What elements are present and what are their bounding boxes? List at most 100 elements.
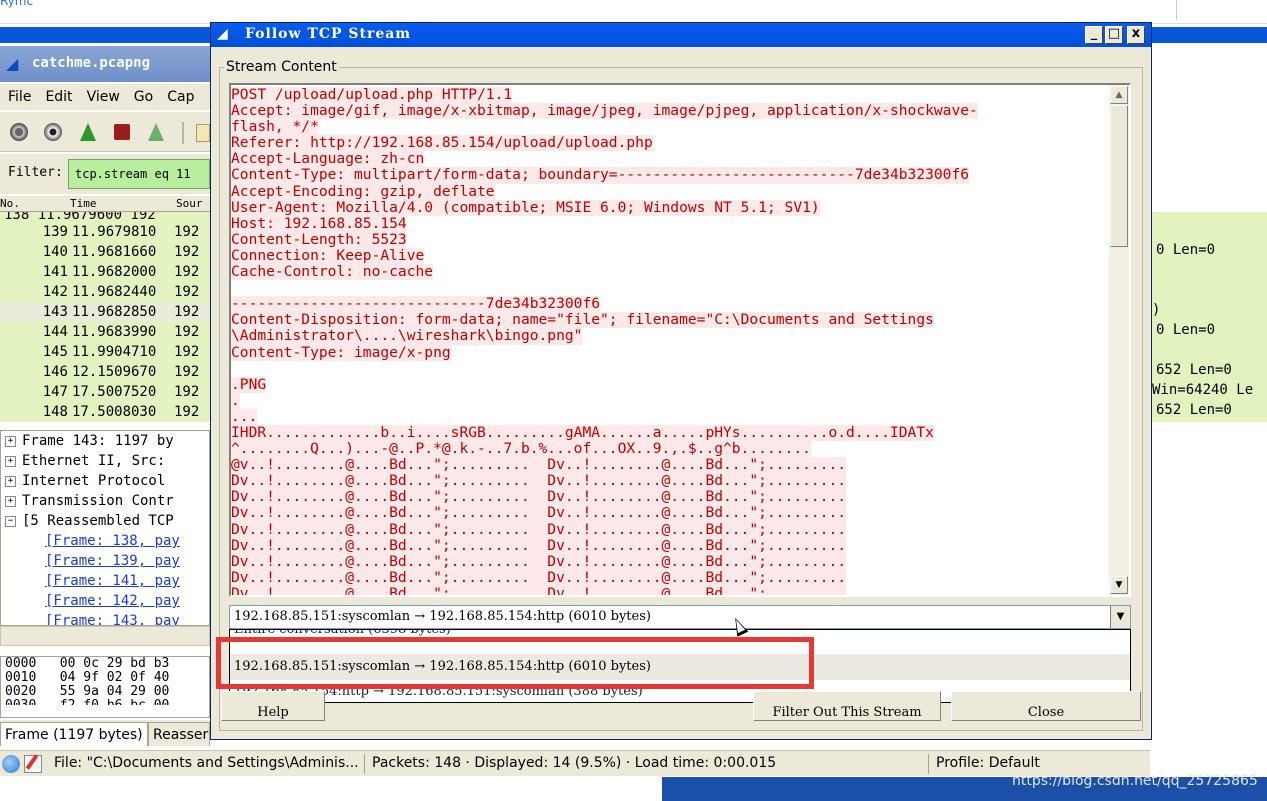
stream-line: Accept: image/gif, image/x-xbitmap, imag…	[231, 102, 1111, 120]
close-button[interactable]: Close	[951, 691, 1141, 721]
hex-pane: 0000 00 0c 29 bd b3 0010 04 9f 02 0f 40 00…	[0, 656, 210, 718]
tab-frame-bytes[interactable]: Frame (1197 bytes)	[0, 722, 148, 746]
menu-go[interactable]: Go	[134, 84, 153, 110]
filter-out-stream-button[interactable]: Filter Out This Stream	[753, 691, 941, 721]
wireshark-fin-icon: ◢	[6, 54, 19, 73]
menu-edit[interactable]: Edit	[45, 84, 72, 110]
restart-capture-icon[interactable]	[148, 123, 164, 141]
detail-row-tcp[interactable]: + Transmission Contr	[1, 491, 209, 511]
stream-line-text: Dv..!........@....Bd...";......... Dv..!…	[231, 552, 847, 570]
column-source[interactable]: Sour	[176, 197, 203, 210]
stream-line: Content-Type: multipart/form-data; bound…	[231, 166, 1111, 184]
stream-line: ...	[231, 408, 1111, 425]
maximize-button[interactable]: □	[1105, 26, 1123, 44]
detail-row-frame[interactable]: + Frame 143: 1197 by	[1, 431, 209, 451]
expand-icon[interactable]: +	[5, 475, 16, 487]
minimize-button[interactable]: _	[1085, 26, 1103, 44]
stream-line: User-Agent: Mozilla/4.0 (compatible; MSI…	[231, 199, 1111, 216]
stream-line: @v..!........@....Bd...";......... Dv..!…	[231, 457, 1111, 474]
packet-row-partial[interactable]: 138 11.9679600 192	[0, 212, 210, 222]
detail-row-reassembled[interactable]: − [5 Reassembled TCP	[1, 511, 209, 531]
filter-label: Filter:	[8, 165, 63, 180]
menu-view[interactable]: View	[87, 84, 120, 110]
details-hscrollbar[interactable]	[0, 626, 210, 646]
filter-input[interactable]: tcp.stream eq 11	[68, 159, 210, 189]
menu-file[interactable]: File	[8, 84, 31, 110]
dropdown-option-entire[interactable]: Entire conversation (6398 bytes)	[234, 630, 451, 637]
stream-line-text: Content-Type: multipart/form-data; bound…	[231, 166, 970, 184]
packet-row[interactable]: 146 12.1509670 192	[0, 362, 210, 382]
stream-line: flash, */*	[231, 119, 1111, 136]
capture-comment-icon[interactable]	[24, 755, 42, 773]
stream-line-text: .PNG	[231, 375, 267, 393]
column-no[interactable]: No.	[0, 197, 20, 210]
toolbar-separator	[182, 122, 184, 144]
packet-row[interactable]: 147 17.5007520 192	[0, 382, 210, 402]
stream-line: Content-Length: 5523	[231, 230, 1111, 248]
packet-row[interactable]: 140 11.9681660 192	[0, 242, 210, 262]
detail-frame-link[interactable]: [Frame: 139, pay	[1, 551, 209, 571]
detail-frame-link[interactable]: [Frame: 142, pay	[1, 591, 209, 611]
interfaces-icon[interactable]	[10, 123, 28, 141]
packet-time: 12.1509670	[72, 364, 157, 380]
start-capture-icon[interactable]	[80, 123, 96, 141]
help-button[interactable]: Help	[221, 691, 325, 721]
open-file-icon[interactable]	[196, 124, 210, 142]
main-window-title: ◢ catchme.pcapng	[0, 46, 210, 82]
packet-time: 11.9681660	[72, 244, 157, 260]
packet-row[interactable]: 144 11.9683990 192	[0, 322, 210, 342]
packet-row[interactable]: 145 11.9904710 192	[0, 342, 210, 362]
info-text: 652 Len=0	[1156, 402, 1232, 418]
collapse-icon[interactable]: −	[5, 515, 16, 527]
detail-row-ip[interactable]: + Internet Protocol	[1, 471, 209, 491]
stream-line: Dv..!........@....Bd...";......... Dv..!…	[231, 585, 1111, 595]
bytes-tabs: Frame (1197 bytes) Reasser	[0, 720, 210, 746]
stream-line-text: ^........Q...)...-@..P.*@.k.-..7.b.%...o…	[231, 440, 811, 458]
close-window-button[interactable]: x	[1127, 26, 1145, 44]
packet-row[interactable]: 141 11.9682000 192	[0, 262, 210, 282]
packet-info-column: 0 Len=0 ) 0 Len=0 652 Len=0 Win=64240 Le…	[1150, 212, 1267, 422]
stream-line-text: Content-Length: 5523	[231, 230, 407, 248]
packet-row[interactable]: 148 17.5008030 192	[0, 402, 210, 422]
expert-info-icon[interactable]	[2, 755, 20, 773]
expand-icon[interactable]: +	[5, 455, 16, 467]
dialog-titlebar[interactable]: ◢ Follow TCP Stream _ □ x	[211, 23, 1151, 47]
options-icon[interactable]	[44, 123, 62, 141]
direction-select[interactable]: 192.168.85.151:syscomlan → 192.168.85.15…	[229, 605, 1131, 629]
packet-row[interactable]: 139 11.9679810 192	[0, 222, 210, 242]
detail-row-ethernet[interactable]: + Ethernet II, Src:	[1, 451, 209, 471]
scroll-down-icon[interactable]: ▼	[1110, 576, 1128, 594]
tab-reassembled[interactable]: Reasser	[148, 722, 210, 746]
chevron-down-icon[interactable]: ▼	[1110, 606, 1130, 628]
packet-row-selected[interactable]: 143 11.9682850 192	[0, 302, 210, 322]
stream-line-text: Dv..!........@....Bd...";......... Dv..!…	[231, 520, 847, 538]
detail-frame-link[interactable]: [Frame: 143, pay	[1, 611, 209, 625]
scroll-thumb[interactable]	[1110, 105, 1128, 247]
detail-frame-link[interactable]: [Frame: 138, pay	[1, 531, 209, 551]
stream-line: .PNG	[231, 375, 1111, 393]
stream-line-text: Accept-Language: zh-cn	[231, 150, 425, 168]
expand-icon[interactable]: +	[5, 435, 16, 447]
browser-link[interactable]: Rymc	[0, 0, 33, 8]
packet-time: 11.9682850	[72, 304, 157, 320]
packet-row[interactable]: 142 11.9682440 192	[0, 282, 210, 302]
detail-frame-link[interactable]: [Frame: 141, pay	[1, 571, 209, 591]
column-time[interactable]: Time	[70, 197, 97, 210]
watermark: https://blog.csdn.net/qq_25725865	[1012, 773, 1258, 789]
stream-content-text[interactable]: POST /upload/upload.php HTTP/1.1 Accept: …	[229, 83, 1131, 597]
stream-line: Host: 192.168.85.154	[231, 215, 1111, 232]
scroll-up-icon[interactable]: ▲	[1110, 86, 1128, 104]
expand-icon[interactable]: +	[5, 495, 16, 507]
menu-capture[interactable]: Cap	[167, 84, 194, 110]
stream-line: .	[231, 392, 1111, 409]
stream-line-text: Dv..!........@....Bd...";......... Dv..!…	[231, 504, 847, 522]
stream-line: Referer: http://192.168.85.154/upload/up…	[231, 135, 1111, 152]
main-toolbar	[0, 112, 210, 152]
packet-no: 141	[42, 264, 68, 280]
stop-capture-icon[interactable]	[114, 124, 130, 140]
packet-details: + Frame 143: 1197 by + Ethernet II, Src: +…	[0, 430, 210, 626]
status-profile[interactable]: Profile: Default	[936, 755, 1040, 771]
stream-vscrollbar[interactable]: ▲ ▼	[1109, 85, 1129, 595]
hex-line: 0020 55 9a 04 29 00	[5, 684, 170, 699]
stream-line-text: -----------------------------7de34b32300…	[231, 295, 601, 313]
